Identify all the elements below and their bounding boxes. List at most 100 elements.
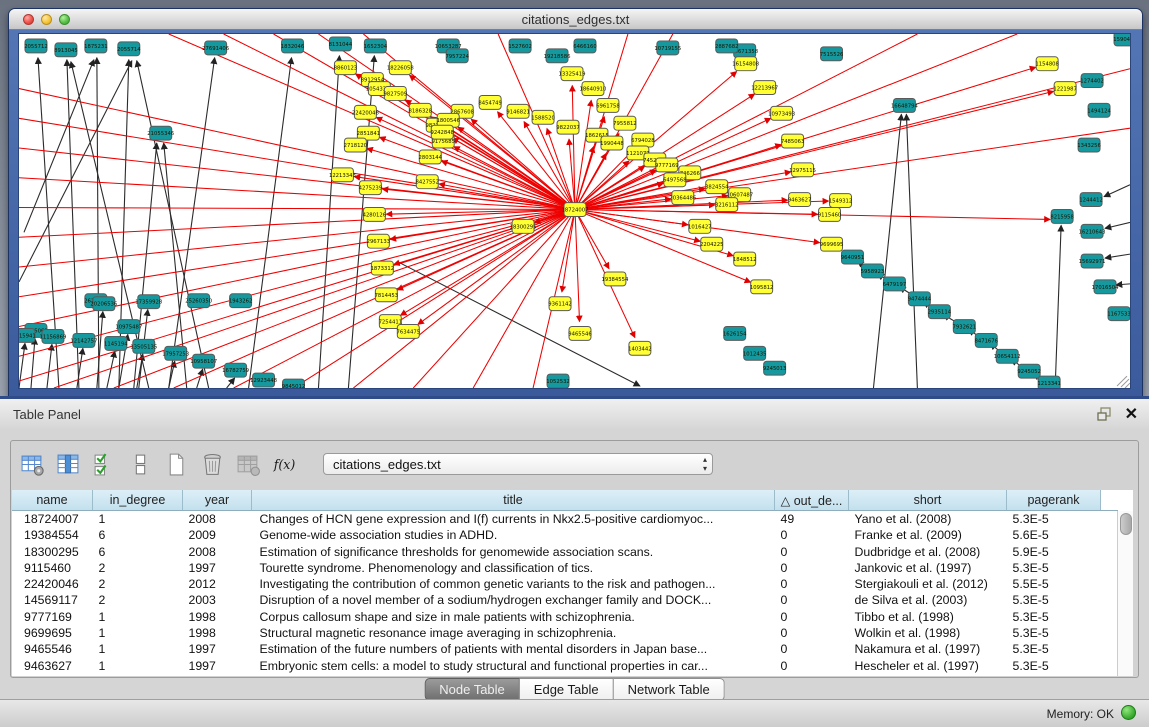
table-cell[interactable]: 1998 [183, 609, 252, 625]
table-cell[interactable]: 0 [775, 544, 849, 560]
attribute-table[interactable]: namein_degreeyeartitle△ out_de...shortpa… [12, 490, 1118, 674]
table-row[interactable]: 1872400712008Changes of HCN gene express… [12, 511, 1118, 528]
table-cell[interactable]: 1 [93, 641, 183, 657]
table-cell[interactable]: Genome-wide association studies in ADHD. [252, 527, 775, 543]
table-row[interactable]: 946362711997Embryonic stem cells: a mode… [12, 658, 1118, 674]
table-cell[interactable]: 5.3E-5 [1007, 658, 1101, 674]
column-header-in_degree[interactable]: in_degree [93, 490, 183, 511]
scrollbar-thumb[interactable] [1120, 513, 1132, 535]
column-header-name[interactable]: name [12, 490, 93, 511]
table-cell[interactable]: Corpus callosum shape and size in male p… [252, 609, 775, 625]
table-cell[interactable]: 2003 [183, 592, 252, 608]
table-cell[interactable]: Tourette syndrome. Phenomenology and cla… [252, 560, 775, 576]
table-cell[interactable]: 1 [93, 511, 183, 528]
table-cell[interactable]: Estimation of significance thresholds fo… [252, 544, 775, 560]
table-cell[interactable]: Structural magnetic resonance image aver… [252, 625, 775, 641]
table-row[interactable]: 1456911722003Disruption of a novel membe… [12, 592, 1118, 608]
table-cell[interactable]: 6 [93, 544, 183, 560]
table-cell[interactable]: de Silva et al. (2003) [849, 592, 1007, 608]
table-cell[interactable]: Hescheler et al. (1997) [849, 658, 1007, 674]
tab-node-table[interactable]: Node Table [424, 678, 520, 701]
column-header-year[interactable]: year [183, 490, 252, 511]
tab-edge-table[interactable]: Edge Table [520, 678, 614, 701]
table-settings-icon[interactable] [19, 451, 46, 478]
table-cell[interactable]: 5.5E-5 [1007, 576, 1101, 592]
close-panel-icon[interactable]: ✕ [1125, 404, 1138, 424]
table-cell[interactable]: Investigating the contribution of common… [252, 576, 775, 592]
select-all-icon[interactable] [91, 451, 118, 478]
table-cell[interactable]: 0 [775, 658, 849, 674]
table-cell[interactable]: 1 [93, 609, 183, 625]
function-builder-icon[interactable]: f(x) [271, 451, 298, 478]
table-row[interactable]: 911546021997Tourette syndrome. Phenomeno… [12, 560, 1118, 576]
table-cell[interactable]: 18300295 [12, 544, 93, 560]
table-cell[interactable]: Embryonic stem cells: a model to study s… [252, 658, 775, 674]
table-cell[interactable]: Stergiakouli et al. (2012) [849, 576, 1007, 592]
table-cell[interactable]: Jankovic et al. (1997) [849, 560, 1007, 576]
table-cell[interactable]: 9115460 [12, 560, 93, 576]
table-header[interactable]: namein_degreeyeartitle△ out_de...shortpa… [12, 490, 1118, 511]
table-selector[interactable]: citations_edges.txt ▴▾ [323, 453, 713, 475]
table-cell[interactable]: 2 [93, 560, 183, 576]
float-panel-icon[interactable] [1097, 407, 1113, 421]
table-cell[interactable]: 5.3E-5 [1007, 641, 1101, 657]
table-cell[interactable]: 0 [775, 560, 849, 576]
table-cell[interactable]: 5.9E-5 [1007, 544, 1101, 560]
table-cell[interactable]: 2009 [183, 527, 252, 543]
table-cell[interactable]: 0 [775, 641, 849, 657]
new-table-icon[interactable] [163, 451, 190, 478]
table-cell[interactable]: 14569117 [12, 592, 93, 608]
table-cell[interactable]: Estimation of the future numbers of pati… [252, 641, 775, 657]
table-cell[interactable]: 2008 [183, 511, 252, 528]
table-cell[interactable]: 5.6E-5 [1007, 527, 1101, 543]
table-cell[interactable]: Nakamura et al. (1997) [849, 641, 1007, 657]
clear-selection-icon[interactable] [127, 451, 154, 478]
resize-grip-icon[interactable] [1117, 376, 1130, 388]
column-header-pagerank[interactable]: pagerank [1007, 490, 1101, 511]
table-cell[interactable]: 2 [93, 576, 183, 592]
column-header-title[interactable]: title [252, 490, 775, 511]
table-cell[interactable]: 2008 [183, 544, 252, 560]
table-cell[interactable]: 5.3E-5 [1007, 592, 1101, 608]
table-cell[interactable]: 1 [93, 658, 183, 674]
vertical-scrollbar[interactable] [1117, 511, 1133, 676]
delete-table-icon[interactable] [235, 451, 262, 478]
table-cell[interactable]: 9463627 [12, 658, 93, 674]
table-cell[interactable]: 49 [775, 511, 849, 528]
table-cell[interactable]: 0 [775, 576, 849, 592]
window-titlebar[interactable]: citations_edges.txt [9, 9, 1142, 30]
table-cell[interactable]: 9699695 [12, 625, 93, 641]
table-row[interactable]: 1938455462009Genome-wide association stu… [12, 527, 1118, 543]
table-row[interactable]: 977716911998Corpus callosum shape and si… [12, 609, 1118, 625]
table-cell[interactable]: 5.3E-5 [1007, 511, 1101, 528]
table-cell[interactable]: 1998 [183, 625, 252, 641]
table-cell[interactable]: Dudbridge et al. (2008) [849, 544, 1007, 560]
table-row[interactable]: 946554611997Estimation of the future num… [12, 641, 1118, 657]
table-cell[interactable]: 22420046 [12, 576, 93, 592]
table-cell[interactable]: 1 [93, 625, 183, 641]
table-cell[interactable]: 0 [775, 592, 849, 608]
table-cell[interactable]: Wolkin et al. (1998) [849, 625, 1007, 641]
table-cell[interactable]: Franke et al. (2009) [849, 527, 1007, 543]
table-cell[interactable]: 9777169 [12, 609, 93, 625]
column-header-out_de[interactable]: △ out_de... [775, 490, 849, 511]
table-cell[interactable]: 2012 [183, 576, 252, 592]
table-cell[interactable]: 5.3E-5 [1007, 609, 1101, 625]
table-cell[interactable]: 2 [93, 592, 183, 608]
table-cell[interactable]: 1997 [183, 658, 252, 674]
column-chooser-icon[interactable] [55, 451, 82, 478]
table-cell[interactable]: 1997 [183, 641, 252, 657]
table-cell[interactable]: Disruption of a novel member of a sodium… [252, 592, 775, 608]
column-header-short[interactable]: short [849, 490, 1007, 511]
table-row[interactable]: 2242004622012Investigating the contribut… [12, 576, 1118, 592]
table-cell[interactable]: 0 [775, 527, 849, 543]
tab-network-table[interactable]: Network Table [614, 678, 725, 701]
table-cell[interactable]: Tibbo et al. (1998) [849, 609, 1007, 625]
table-cell[interactable]: 0 [775, 625, 849, 641]
table-cell[interactable]: 18724007 [12, 511, 93, 528]
delete-entries-icon[interactable] [199, 451, 226, 478]
table-cell[interactable]: Changes of HCN gene expression and I(f) … [252, 511, 775, 528]
table-cell[interactable]: 1997 [183, 560, 252, 576]
table-cell[interactable]: 5.3E-5 [1007, 560, 1101, 576]
table-row[interactable]: 1830029562008Estimation of significance … [12, 544, 1118, 560]
